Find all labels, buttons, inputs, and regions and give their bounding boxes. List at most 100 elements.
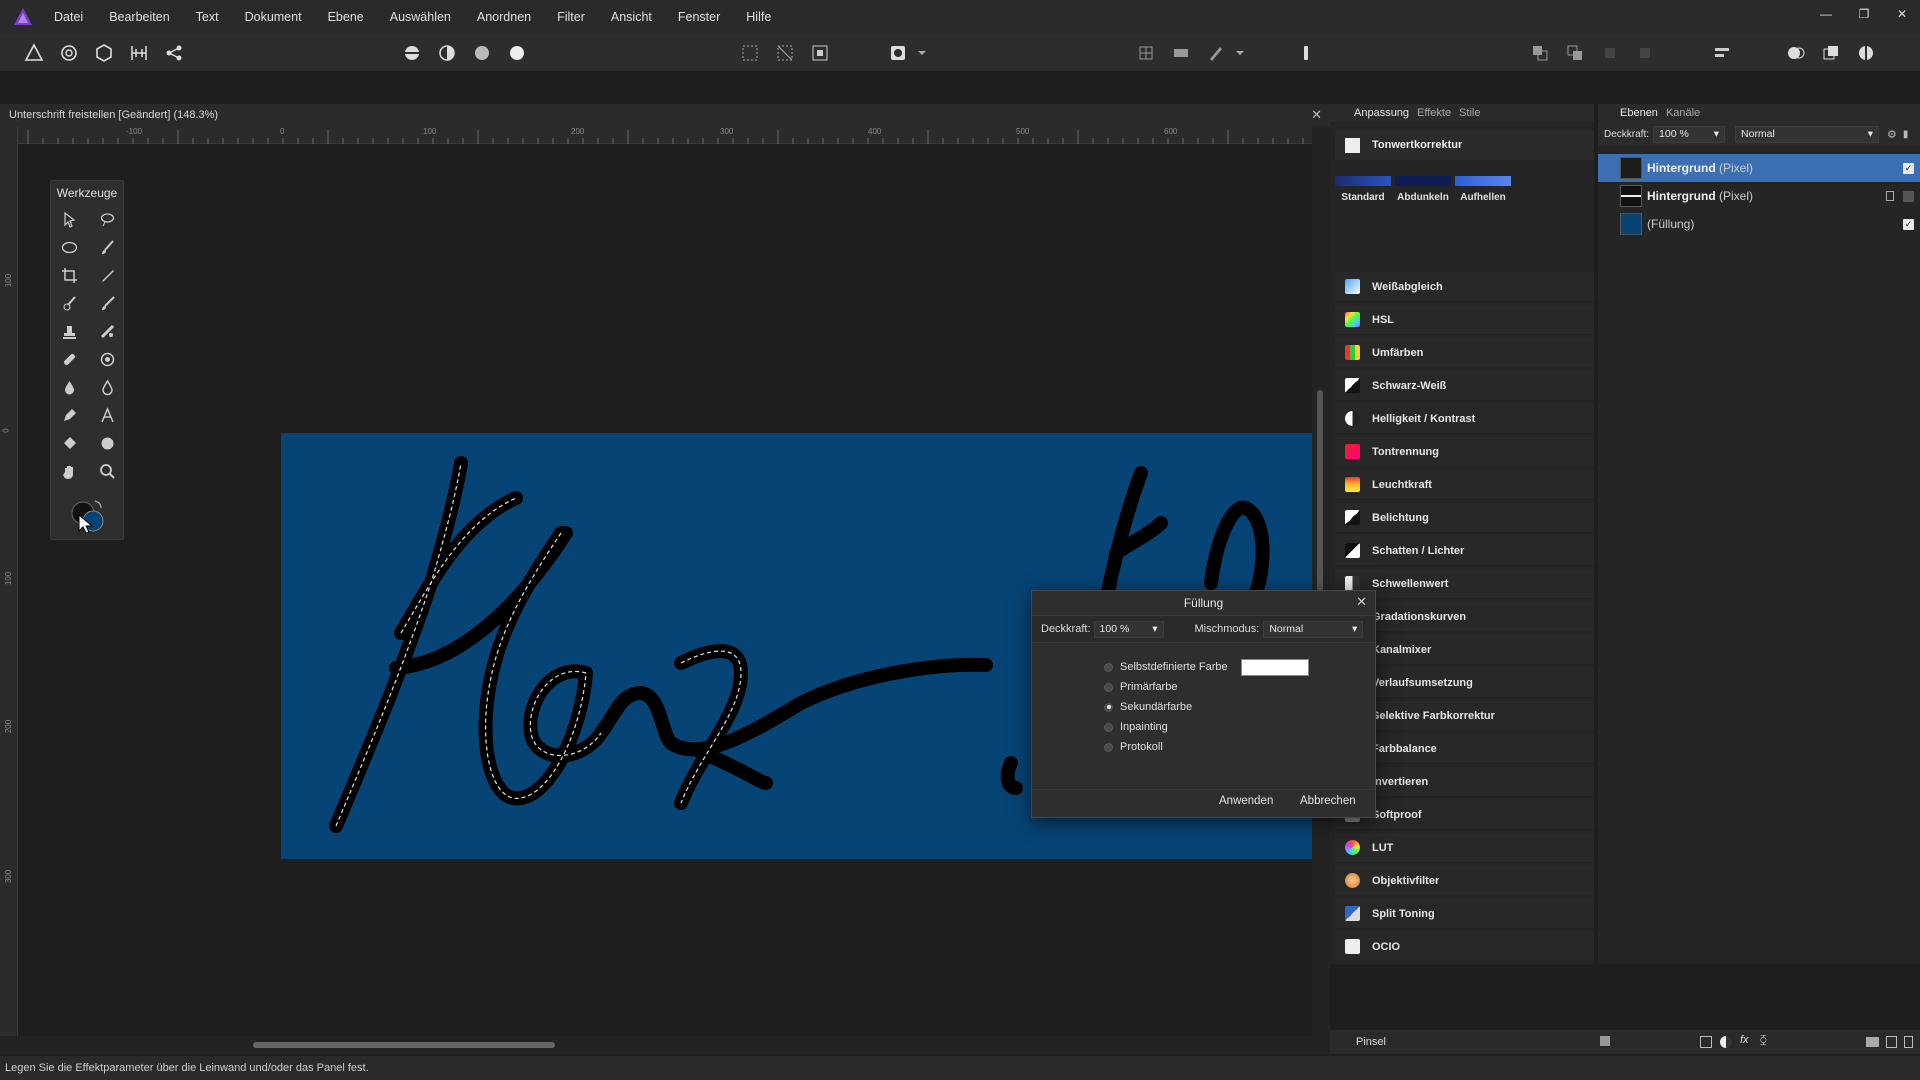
menu-auswaehlen[interactable]: Auswählen	[390, 10, 451, 24]
adj-white-balance[interactable]: Weißabgleich	[1335, 272, 1594, 302]
chevron-down-icon[interactable]	[910, 42, 934, 64]
assistant-icon[interactable]	[1204, 42, 1228, 64]
assistant-chevron-icon[interactable]	[1228, 42, 1252, 64]
quick-mask-icon[interactable]	[886, 42, 910, 64]
close-window-icon[interactable]: ✕	[1894, 6, 1910, 22]
adj-shadows-highlights[interactable]: Schatten / Lichter	[1335, 536, 1594, 566]
fill-opacity-dropdown[interactable]: 100 % ▾	[1093, 620, 1164, 638]
scroll-thumb[interactable]	[1317, 390, 1323, 600]
opacity-dropdown[interactable]: 100 % ▾	[1653, 125, 1726, 143]
crop-icon[interactable]	[50, 264, 88, 287]
brush-label[interactable]: Pinsel	[1356, 1036, 1386, 1048]
add-group-icon[interactable]	[1866, 1037, 1879, 1047]
shape-icon[interactable]	[88, 432, 126, 455]
pen-icon[interactable]	[50, 404, 88, 427]
menu-fenster[interactable]: Fenster	[678, 10, 720, 24]
mask-icon[interactable]	[1784, 42, 1808, 64]
menu-anordnen[interactable]: Anordnen	[477, 10, 531, 24]
restore-icon[interactable]: ❐	[1856, 6, 1872, 22]
adj-lut[interactable]: LUT	[1335, 833, 1594, 863]
close-document-icon[interactable]: ✕	[1311, 107, 1322, 123]
blend-mode-dropdown[interactable]: Normal ▾	[1735, 125, 1880, 143]
option-inpainting[interactable]: Inpainting	[1104, 721, 1168, 733]
visibility-checkbox[interactable]: ✓	[1903, 162, 1914, 174]
menu-hilfe[interactable]: Hilfe	[746, 10, 771, 24]
visibility-checkbox[interactable]	[1903, 190, 1914, 202]
eyedropper-icon[interactable]	[88, 264, 126, 287]
visibility-checkbox[interactable]: ✓	[1903, 218, 1914, 230]
adj-brightness-contrast[interactable]: Helligkeit / Kontrast	[1335, 404, 1594, 434]
snapping-icon[interactable]	[1134, 42, 1158, 64]
adj-posterize[interactable]: Tontrennung	[1335, 437, 1594, 467]
layer-row[interactable]: Hintergrund (Pixel)	[1598, 182, 1920, 210]
layer-stack-icon[interactable]	[1819, 42, 1843, 64]
export-persona-icon[interactable]	[162, 42, 186, 64]
auto-contrast-icon[interactable]	[435, 42, 459, 64]
zoom-icon[interactable]	[88, 460, 126, 483]
paint-brush-icon[interactable]	[88, 236, 126, 259]
scroll-thumb[interactable]	[253, 1042, 555, 1048]
adj-black-white[interactable]: Schwarz-Weiß	[1335, 371, 1594, 401]
auto-colors-icon[interactable]	[470, 42, 494, 64]
menu-dokument[interactable]: Dokument	[245, 10, 302, 24]
hand-icon[interactable]	[50, 460, 88, 483]
horizontal-scrollbar[interactable]	[0, 1036, 1330, 1054]
adj-exposure[interactable]: Belichtung	[1335, 503, 1594, 533]
app-logo-icon[interactable]	[12, 6, 34, 28]
document-tab[interactable]: Unterschrift freistellen [Geändert] (148…	[0, 104, 1330, 126]
tab-effekte[interactable]: Effekte	[1417, 107, 1451, 119]
align-icon[interactable]	[1710, 42, 1734, 64]
arrange-forward-icon[interactable]	[1528, 42, 1552, 64]
menu-ebene[interactable]: Ebene	[328, 10, 364, 24]
custom-color-swatch[interactable]	[1241, 659, 1309, 676]
minimize-icon[interactable]: —	[1818, 6, 1834, 22]
select-all-icon[interactable]	[738, 42, 762, 64]
adj-ocio[interactable]: OCIO	[1335, 932, 1594, 962]
auto-white-balance-icon[interactable]	[505, 42, 529, 64]
clone-stamp-icon[interactable]	[50, 320, 88, 343]
develop-persona-icon[interactable]	[92, 42, 116, 64]
brush-icon[interactable]	[88, 292, 126, 315]
preset-aufhellen[interactable]: Aufhellen	[1455, 166, 1511, 206]
photo-persona-icon[interactable]	[22, 42, 46, 64]
preset-abdunkeln[interactable]: Abdunkeln	[1395, 166, 1451, 206]
option-custom-color[interactable]: Selbstdefinierte Farbe	[1104, 661, 1228, 673]
smudge-icon[interactable]	[88, 376, 126, 399]
arrange-back-icon[interactable]	[1563, 42, 1587, 64]
option-history[interactable]: Protokoll	[1104, 741, 1163, 753]
add-pixel-layer-icon[interactable]	[1700, 1036, 1712, 1048]
selection-brush-icon[interactable]	[88, 208, 126, 231]
invert-selection-icon[interactable]	[808, 42, 832, 64]
auto-levels-icon[interactable]	[400, 42, 424, 64]
healing-icon[interactable]	[88, 320, 126, 343]
color-swatch-icon[interactable]	[69, 499, 107, 535]
radio-button[interactable]	[1104, 682, 1113, 692]
radio-button[interactable]	[1104, 742, 1113, 752]
option-secondary-color[interactable]: Sekundärfarbe	[1104, 701, 1192, 713]
lasso-icon[interactable]	[50, 236, 88, 259]
text-icon[interactable]	[88, 404, 126, 427]
fx-icon[interactable]: fx	[1740, 1034, 1749, 1046]
flood-fill-icon[interactable]	[50, 432, 88, 455]
radio-button[interactable]	[1104, 702, 1113, 712]
adjustment-levels-header[interactable]: Tonwertkorrektur	[1335, 130, 1594, 160]
move-tool-icon[interactable]	[50, 208, 88, 231]
deselect-icon[interactable]	[773, 42, 797, 64]
layer-options-icon[interactable]	[1600, 1036, 1610, 1046]
radio-button[interactable]	[1104, 722, 1113, 732]
adjustment-layer-icon[interactable]	[1720, 1036, 1732, 1048]
inpainting-icon[interactable]	[50, 348, 88, 371]
adjustment-icon[interactable]	[1854, 42, 1878, 64]
tab-stile[interactable]: Stile	[1459, 107, 1480, 119]
radio-button[interactable]	[1104, 662, 1113, 672]
trash-icon[interactable]	[1904, 1036, 1913, 1048]
cancel-button[interactable]: Abbrechen	[1300, 795, 1356, 807]
apply-button[interactable]: Anwenden	[1219, 795, 1273, 807]
menu-text[interactable]: Text	[196, 10, 219, 24]
red-eye-icon[interactable]	[88, 348, 126, 371]
tab-ebenen[interactable]: Ebenen	[1620, 107, 1658, 119]
add-layer-icon[interactable]	[1886, 1036, 1897, 1048]
menu-datei[interactable]: Datei	[54, 10, 83, 24]
tab-kanaele[interactable]: Kanäle	[1666, 107, 1700, 119]
fill-icon[interactable]	[50, 376, 88, 399]
